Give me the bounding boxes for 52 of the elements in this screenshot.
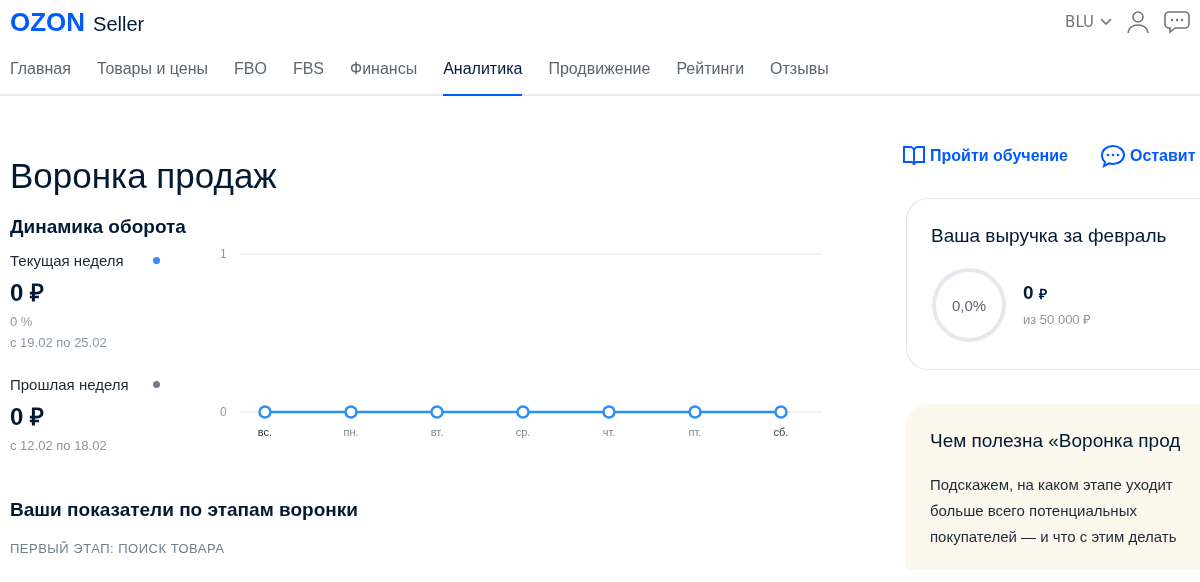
data-point xyxy=(602,405,616,419)
page-title: Воронка продаж xyxy=(10,156,278,196)
account-selector[interactable]: BLU xyxy=(1065,13,1112,31)
nav-tab[interactable]: Рейтинги xyxy=(676,44,745,96)
stage-label: ПЕРВЫЙ ЭТАП: ПОИСК ТОВАРА xyxy=(10,541,226,556)
amount: 0 ₽ xyxy=(10,278,45,308)
percent-label: 0,0% xyxy=(951,296,987,314)
card-title: Ваша выручка за февраль xyxy=(931,225,1168,247)
logo[interactable]: OZON xyxy=(10,6,86,38)
data-point xyxy=(516,405,530,419)
date-range: с 12.02 по 18.02 xyxy=(10,438,108,453)
nav-tab[interactable]: FBO xyxy=(234,44,267,96)
user-icon[interactable] xyxy=(1126,10,1150,34)
data-point xyxy=(688,405,702,419)
axis-tick-label: чт. xyxy=(602,426,616,438)
data-point xyxy=(774,405,788,419)
axis-tick-label: пн. xyxy=(343,426,359,438)
chat-icon xyxy=(1099,144,1126,168)
data-point xyxy=(258,405,272,419)
action-link[interactable]: Оставит xyxy=(1099,144,1196,168)
section-title: Ваши показатели по этапам воронки xyxy=(10,499,359,521)
axis-tick-label: ср. xyxy=(515,426,531,438)
data-point xyxy=(344,405,358,419)
book-icon xyxy=(902,145,926,167)
chat-icon[interactable] xyxy=(1164,10,1190,34)
axis-tick-label: 0 xyxy=(220,405,227,419)
nav-tab[interactable]: Финансы xyxy=(350,44,418,96)
date-range: с 19.02 по 25.02 xyxy=(10,335,108,350)
logo-suffix: Seller xyxy=(93,12,145,36)
chevron-down-icon xyxy=(1100,18,1112,26)
change-percent: 0 % xyxy=(10,314,34,329)
nav-tab[interactable]: Главная xyxy=(10,44,71,96)
axis-tick-label: вс. xyxy=(257,426,273,438)
axis-tick-label: сб. xyxy=(773,426,789,438)
axis-tick-label: 1 xyxy=(220,247,227,261)
nav-tab[interactable]: Отзывы xyxy=(770,44,829,96)
nav-tab[interactable]: FBS xyxy=(292,44,324,96)
axis-tick-label: вт. xyxy=(430,426,444,438)
legend-label: Текущая неделя xyxy=(10,252,124,269)
section-title: Динамика оборота xyxy=(10,216,187,238)
nav-tab[interactable]: Аналитика xyxy=(443,44,523,96)
legend-label: Прошлая неделя xyxy=(10,376,129,393)
nav-tab[interactable]: Товары и цены xyxy=(96,44,208,96)
amount: 0 ₽ xyxy=(10,402,45,432)
nav-tab[interactable]: Продвижение xyxy=(548,44,651,96)
revenue-target: из 50 000 ₽ xyxy=(1023,311,1092,328)
info-text: Подскажем, на каком этапе уходит больше всего потенциальных покупателей — и что с этим делать xyxy=(930,475,1178,547)
card-title: Чем полезна «Воронка прод xyxy=(930,430,1182,452)
revenue-amount: 0 ₽ xyxy=(1023,282,1048,304)
data-point xyxy=(430,405,444,419)
axis-tick-label: пт. xyxy=(688,426,702,438)
action-link[interactable]: Пройти обучение xyxy=(902,144,1068,168)
